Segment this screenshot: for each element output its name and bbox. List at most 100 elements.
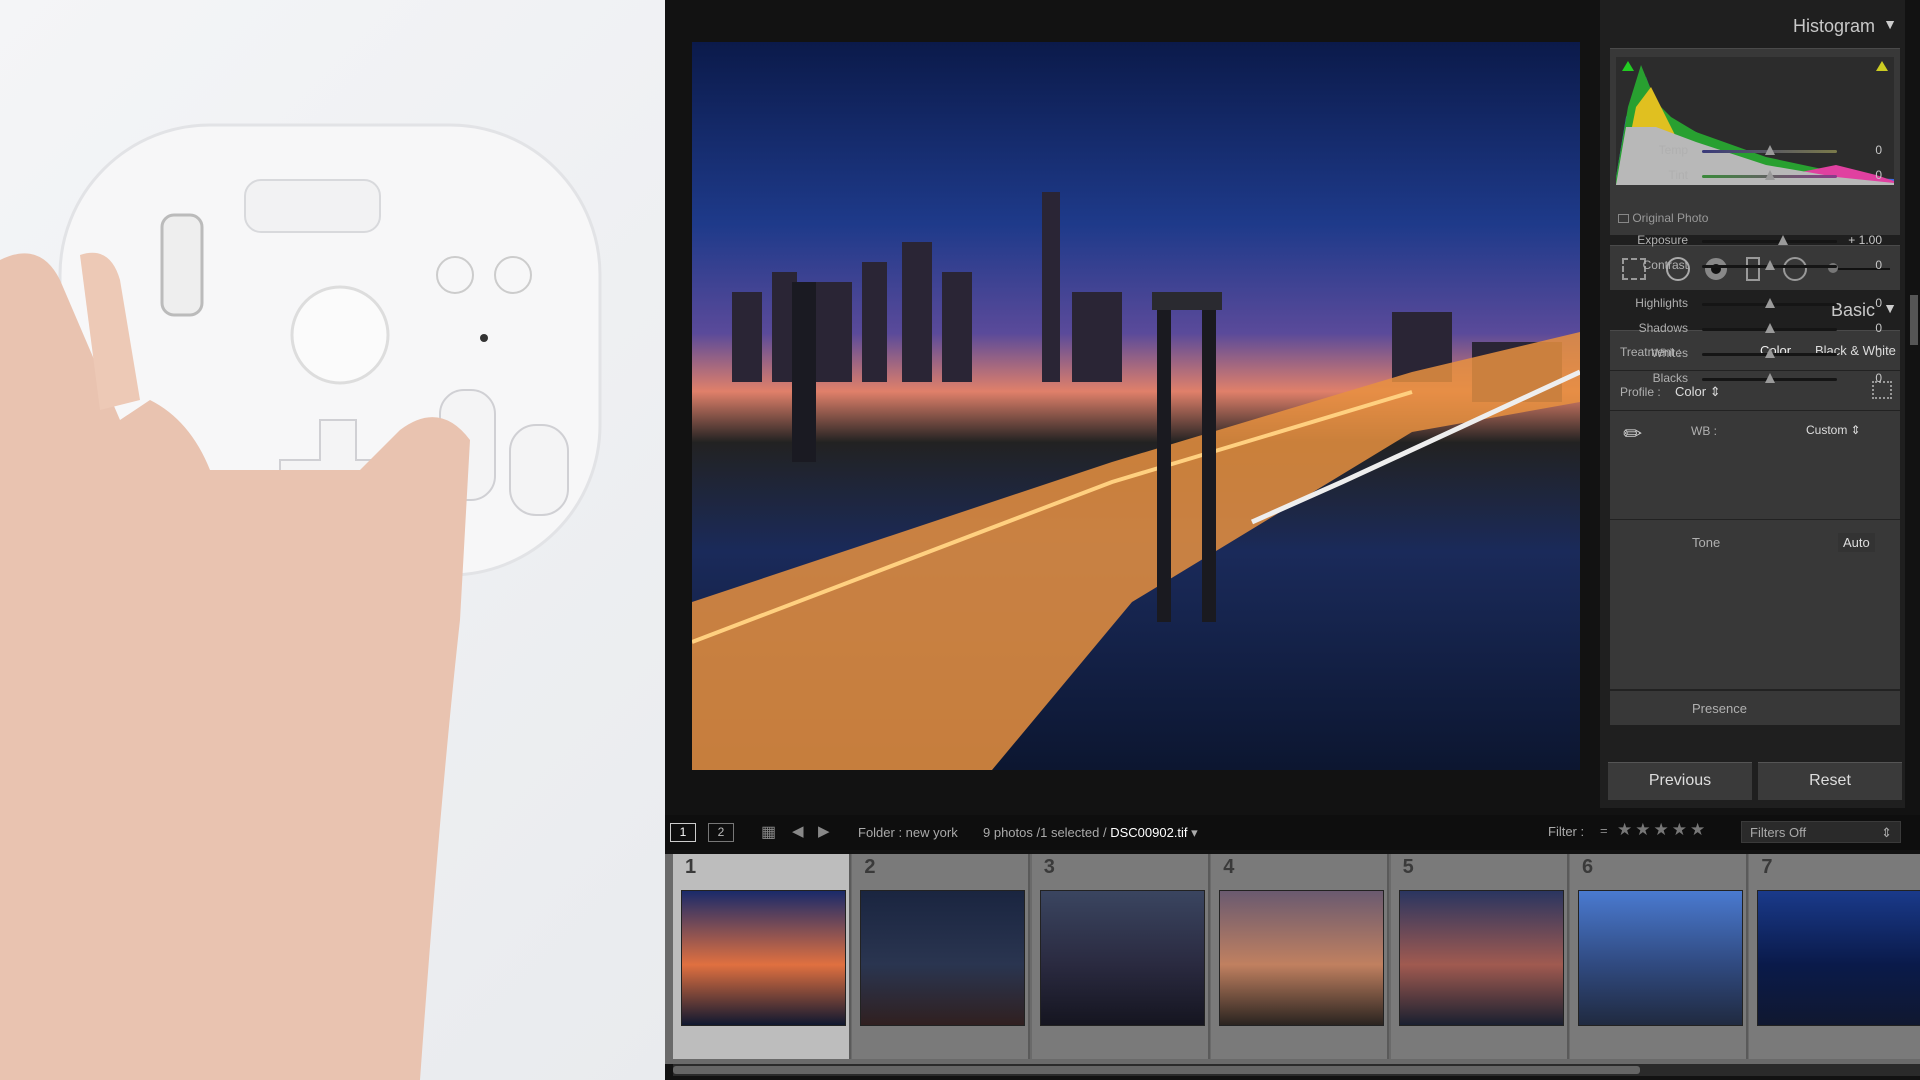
original-photo-checkbox[interactable]: Original Photo [1618,211,1708,225]
slider-track[interactable] [1702,348,1837,358]
slider-row-temp: Temp 0 [1610,143,1900,161]
slider-track[interactable] [1702,373,1837,383]
original-photo-label: Original Photo [1632,211,1709,225]
slider-thumb[interactable] [1764,170,1775,180]
filmstrip-thumbnail[interactable]: 5 [1390,854,1569,1059]
slider-value[interactable]: 0 [1875,346,1882,360]
forward-arrow-icon[interactable]: ▶ [818,822,830,840]
source-info[interactable]: 9 photos /1 selected / DSC00902.tif ▾ [983,825,1198,841]
wb-select[interactable]: Custom ⇕ [1806,423,1861,437]
city-bridge-photo [692,192,1580,770]
thumbnail-number: 1 [685,856,697,878]
filmstrip-thumbnail[interactable]: 3 [1031,854,1210,1059]
thumbnail-image [860,890,1026,1026]
filter-label: Filter : [1548,824,1585,839]
thumbnail-image [1757,890,1920,1026]
folder-label[interactable]: Folder : new york [858,825,958,840]
slider-thumb[interactable] [1764,323,1775,333]
grid-view-icon[interactable]: ▦ [761,822,776,842]
slider-track[interactable] [1702,298,1837,308]
slider-label: Blacks [1652,371,1688,385]
thumbnail-image [681,890,846,1026]
slider-thumb[interactable] [1778,235,1788,245]
checkbox-icon[interactable] [1618,214,1629,224]
rating-stars-icon[interactable]: ★★★★★ [1617,820,1708,840]
slider-track[interactable] [1702,260,1837,270]
histogram-graph[interactable] [1616,57,1894,185]
thumbnail-image [1578,890,1743,1026]
slider-row-shadows: Shadows 0 [1610,321,1900,339]
thumbnail-number: 2 [864,856,876,878]
slider-row-highlights: Highlights 0 [1610,296,1900,314]
thumbnail-image [1398,890,1564,1026]
thumbnail-number: 3 [1043,856,1055,878]
filmstrip-thumbnail[interactable]: 4 [1211,854,1390,1059]
filmstrip-thumbnail[interactable]: 6 [1570,854,1748,1059]
filmstrip-thumbnail[interactable]: 2 [852,854,1031,1059]
filter-equals[interactable]: = [1600,823,1608,838]
reset-button[interactable]: Reset [1758,762,1902,800]
slider-thumb[interactable] [1764,298,1775,308]
collapse-triangle-icon[interactable]: ▼ [1883,16,1897,32]
slider-value[interactable]: 0 [1875,258,1882,272]
slider-value[interactable]: 0 [1875,143,1882,157]
slider-label: Temp [1658,143,1688,157]
slider-label: Shadows [1638,321,1688,335]
filmstrip: 1 2 3 4 5 6 7 [665,854,1920,1064]
main-photo-preview[interactable] [692,42,1580,770]
filters-select[interactable]: Filters Off ⇕ [1741,821,1901,843]
slider-row-whites: Whites 0 [1610,346,1900,364]
slider-track[interactable] [1702,145,1837,155]
thumbnail-number: 4 [1223,856,1235,878]
previous-button[interactable]: Previous [1608,762,1752,800]
histogram-title: Histogram [1792,16,1875,36]
filmstrip-thumbnail[interactable]: 7 [1749,854,1920,1059]
filmstrip-thumbnail[interactable]: 1 [673,854,851,1059]
slider-row-contrast: Contrast 0 [1610,258,1900,276]
thumbnail-image [1039,890,1205,1026]
photo-count: 9 photos /1 selected / [983,825,1107,840]
filmstrip-toolbar: 1 2 ▦ ◀ ▶ Folder : new york 9 photos /1 … [665,815,1920,850]
slider-value[interactable]: 0 [1875,168,1882,182]
wb-value: Custom [1806,423,1848,437]
slider-value[interactable]: 0 [1875,296,1882,310]
secondary-window-button[interactable]: 2 [708,823,734,842]
filmstrip-scrollbar[interactable] [673,1064,1920,1076]
slider-track[interactable] [1702,235,1837,245]
slider-thumb[interactable] [1764,145,1775,155]
slider-value[interactable]: + 1.00 [1848,233,1882,247]
thumbnail-number: 5 [1402,856,1414,878]
basic-panel: Treatment : Color Black & White Profile … [1610,143,1900,726]
slider-label: Exposure [1637,233,1688,247]
histogram-panel: Original Photo [1610,48,1900,235]
slider-row-exposure: Exposure + 1.00 [1610,233,1900,251]
slider-thumb[interactable] [1764,373,1775,383]
controller-illustration [0,123,602,1080]
slider-track[interactable] [1702,323,1837,333]
main-window-button[interactable]: 1 [670,823,696,842]
presence-label: Presence [1692,701,1747,716]
auto-tone-button[interactable]: Auto [1838,533,1875,552]
panel-scrollbar[interactable] [1910,295,1918,345]
slider-thumb[interactable] [1764,260,1775,270]
camera-photo-hand-controller [0,0,665,1080]
slider-thumb[interactable] [1764,348,1775,358]
slider-label: Whites [1651,346,1688,360]
white-balance-eyedropper-icon[interactable]: ✎ [1618,418,1649,449]
thumbnail-image [1219,890,1385,1026]
slider-value[interactable]: 0 [1875,321,1882,335]
slider-row-blacks: Blacks 0 [1610,371,1900,389]
slider-label: Contrast [1642,258,1688,272]
slider-label: Tint [1668,168,1688,182]
develop-right-panel: Histogram ▼ Original Photo Basic ▼ Treat… [1600,0,1905,808]
thumbnail-number: 7 [1761,856,1773,878]
back-arrow-icon[interactable]: ◀ [792,822,804,840]
wb-label: WB : [1691,424,1717,438]
histogram-header[interactable]: Histogram ▼ [1600,16,1905,40]
presence-section[interactable]: Presence [1610,689,1900,726]
scrollbar-thumb[interactable] [673,1066,1640,1074]
selected-filename: DSC00902.tif [1110,825,1188,840]
slider-value[interactable]: 0 [1875,371,1882,385]
slider-track[interactable] [1702,170,1837,180]
thumbnail-number: 6 [1582,856,1594,878]
